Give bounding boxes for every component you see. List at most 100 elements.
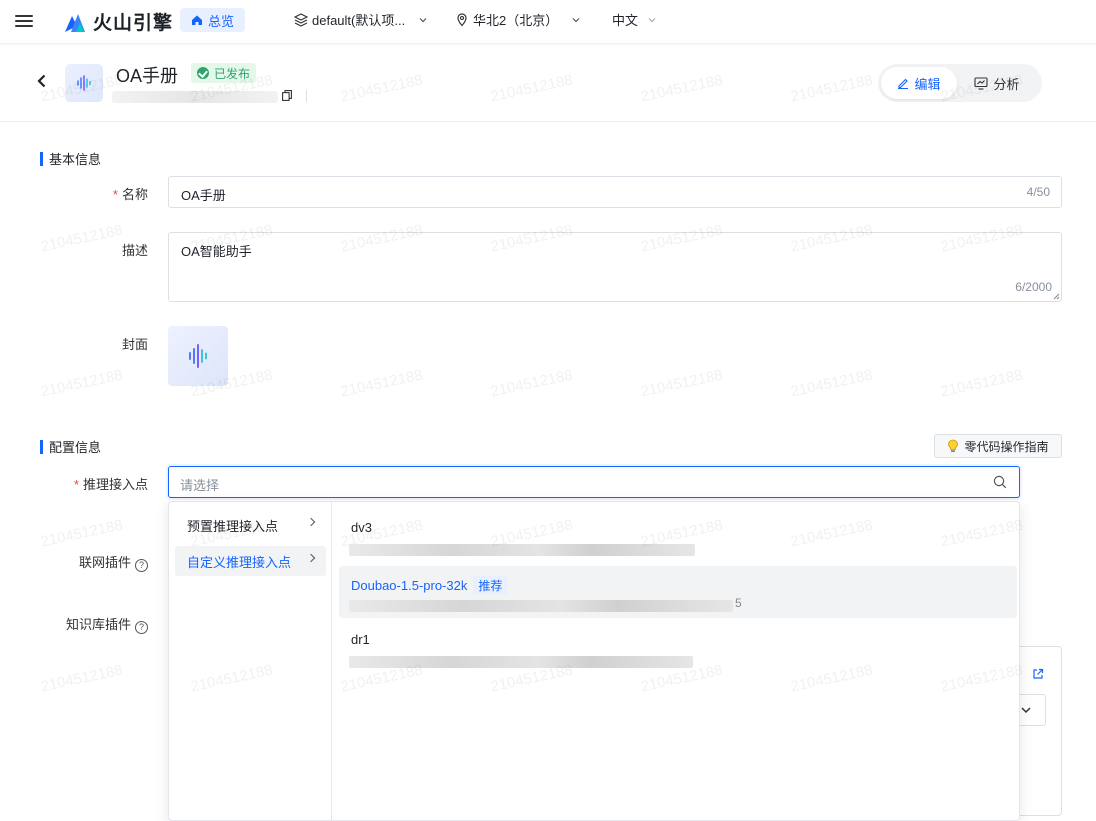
cover-field-label: 封面: [121, 337, 148, 352]
watermark-text: 2104512188: [39, 661, 125, 696]
watermark-text: 2104512188: [489, 366, 575, 401]
web-plugin-label-text: 联网插件: [78, 555, 131, 570]
top-navbar: 火山引擎 总览 default(默认项... 华北2（北京） 中文: [0, 0, 1096, 44]
chevron-down-icon: [419, 17, 427, 22]
description-field-label: 描述: [121, 243, 148, 258]
recommended-tag: 推荐: [473, 576, 508, 594]
chart-monitor-icon: [974, 76, 989, 90]
edit-mode-label: 编辑: [914, 76, 941, 92]
category-custom-endpoint[interactable]: 自定义推理接入点: [175, 546, 326, 576]
description-value: OA智能助手: [181, 244, 252, 259]
project-label: default(默认项...: [312, 13, 406, 28]
endpoint-option[interactable]: dv3: [339, 510, 1017, 562]
region-selector[interactable]: 华北2（北京）: [456, 10, 580, 29]
required-asterisk: *: [112, 187, 118, 202]
brand-name: 火山引擎: [93, 13, 174, 34]
endpoint-name-text: dr1: [351, 632, 370, 647]
back-arrow-icon[interactable]: [37, 72, 47, 93]
guide-button-label: 零代码操作指南: [964, 439, 1049, 454]
volcano-logo-icon: [65, 13, 85, 32]
redacted-endpoint-id: [349, 656, 693, 668]
category-label: 预置推理接入点: [187, 518, 279, 534]
category-label: 自定义推理接入点: [187, 554, 292, 570]
chevron-down-icon: [1021, 707, 1031, 714]
endpoint-placeholder: 请选择: [180, 478, 220, 493]
layers-icon: [294, 12, 308, 27]
config-info-section-title: 配置信息: [40, 437, 101, 456]
chevron-right-icon: [306, 517, 316, 527]
analyze-mode-label: 分析: [993, 76, 1020, 92]
basic-info-title: 基本信息: [49, 152, 102, 167]
chevron-right-icon: [306, 553, 316, 563]
header-divider: [306, 90, 307, 102]
kb-plugin-label-text: 知识库插件: [65, 617, 131, 632]
name-char-counter: 4/50: [1026, 185, 1050, 199]
watermark-text: 2104512188: [939, 366, 1025, 401]
home-icon: [192, 15, 202, 25]
endpoint-option-list: dv3 Doubao-1.5-pro-32k 推荐 5 dr1: [333, 502, 1019, 820]
section-accent-bar: [40, 151, 43, 166]
description-textarea[interactable]: OA智能助手 6/2000: [168, 232, 1062, 302]
required-asterisk: *: [73, 477, 79, 492]
project-selector[interactable]: default(默认项...: [294, 10, 427, 29]
no-code-guide-button[interactable]: 零代码操作指南: [934, 434, 1062, 458]
mode-switch: 编辑 分析: [878, 64, 1042, 102]
endpoint-name: dv3: [351, 520, 372, 535]
language-selector[interactable]: 中文: [612, 10, 656, 29]
basic-info-section-title: 基本信息: [40, 149, 101, 168]
help-icon[interactable]: ?: [135, 559, 148, 572]
external-link-icon[interactable]: [1032, 668, 1044, 680]
check-circle-icon: [197, 67, 209, 79]
name-input-value: OA手册: [181, 188, 226, 203]
overview-label: 总览: [208, 13, 235, 29]
endpoint-name-text: Doubao-1.5-pro-32k: [351, 577, 468, 593]
language-label: 中文: [612, 13, 639, 28]
waveform-icon: [77, 75, 91, 91]
category-preset-endpoint[interactable]: 预置推理接入点: [175, 510, 326, 540]
endpoint-option[interactable]: Doubao-1.5-pro-32k 推荐 5: [339, 566, 1017, 618]
endpoint-option[interactable]: dr1: [339, 622, 1017, 674]
edit-mode-button[interactable]: 编辑: [881, 67, 957, 99]
redacted-endpoint-id: [349, 600, 733, 612]
web-plugin-label: 联网插件?: [40, 552, 148, 572]
app-thumbnail: [65, 64, 103, 102]
watermark-text: 2104512188: [39, 516, 125, 551]
watermark-text: 2104512188: [339, 366, 425, 401]
redacted-endpoint-id: [349, 544, 695, 556]
copy-icon[interactable]: [282, 90, 292, 101]
chevron-down-icon: [648, 17, 656, 22]
pencil-icon: [898, 78, 909, 89]
endpoint-id-tail: 5: [735, 596, 742, 610]
help-icon[interactable]: ?: [135, 621, 148, 634]
waveform-icon: [189, 344, 207, 368]
watermark-text: 2104512188: [639, 366, 725, 401]
name-input[interactable]: OA手册 4/50: [168, 176, 1062, 208]
lightbulb-icon: [948, 439, 959, 452]
endpoint-name: Doubao-1.5-pro-32k 推荐: [351, 576, 508, 594]
chevron-down-icon: [572, 17, 580, 22]
endpoint-field-label: * 推理接入点: [40, 474, 148, 493]
location-icon: [457, 12, 467, 26]
overview-button[interactable]: 总览: [180, 8, 246, 32]
endpoint-name-text: dv3: [351, 520, 372, 535]
endpoint-label-text: 推理接入点: [82, 477, 148, 492]
watermark-text: 2104512188: [789, 366, 875, 401]
kb-plugin-label: 知识库插件?: [40, 614, 148, 634]
analyze-mode-button[interactable]: 分析: [957, 67, 1037, 99]
endpoint-dropdown: 预置推理接入点 自定义推理接入点 dv3 Doubao-1.5-pro-32k …: [168, 501, 1020, 821]
watermark-text: 2104512188: [39, 366, 125, 401]
resize-handle-icon[interactable]: [1053, 293, 1060, 300]
redacted-app-id: [112, 91, 278, 103]
search-icon[interactable]: [993, 475, 1007, 489]
hamburger-menu-icon[interactable]: [15, 12, 33, 30]
endpoint-select-input[interactable]: 请选择: [168, 466, 1020, 498]
status-badge: 已发布: [191, 63, 257, 83]
name-field-label: * 名称: [60, 184, 148, 203]
endpoint-category-list: 预置推理接入点 自定义推理接入点: [169, 502, 332, 820]
endpoint-name: dr1: [351, 632, 370, 647]
cover-image[interactable]: [168, 326, 228, 386]
brand-logo[interactable]: 火山引擎: [63, 8, 173, 35]
app-title: OA手册: [116, 66, 179, 86]
config-info-title: 配置信息: [49, 440, 102, 455]
name-label-text: 名称: [121, 187, 148, 202]
